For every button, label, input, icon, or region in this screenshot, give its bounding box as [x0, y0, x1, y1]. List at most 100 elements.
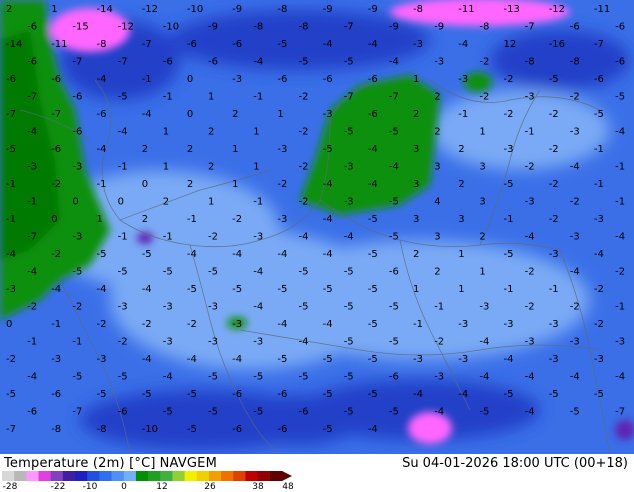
colorbar-tick-label: 38 — [252, 482, 264, 492]
temperature-value: -3 — [458, 354, 468, 365]
temperature-value: -2 — [277, 179, 287, 190]
temperature-value: 0 — [72, 197, 78, 208]
temperature-value: -4 — [413, 389, 423, 400]
colorbar-swatch — [184, 471, 198, 481]
temperature-value: -5 — [389, 127, 399, 138]
temperature-value: -2 — [479, 92, 489, 103]
temperature-value: -3 — [277, 144, 287, 155]
temperature-value: -1 — [525, 127, 535, 138]
temperature-value: -8 — [299, 22, 309, 33]
colorbar-swatch — [269, 471, 283, 481]
temperature-value: -1 — [413, 319, 423, 330]
temperature-value: -4 — [458, 39, 468, 50]
temperature-value: 1 — [163, 127, 169, 138]
colorbar — [2, 471, 292, 481]
temperature-value: -5 — [389, 197, 399, 208]
temperature-value: 3 — [434, 232, 440, 243]
temperature-value: 3 — [413, 214, 419, 225]
temperature-value: 1 — [253, 162, 259, 173]
temperature-value: -1 — [163, 92, 173, 103]
temperature-value: -3 — [163, 302, 173, 313]
temperature-value: -5 — [504, 389, 514, 400]
temperature-value: -4 — [368, 424, 378, 435]
colorbar-tick-label: -10 — [82, 482, 98, 492]
temperature-value: -2 — [570, 92, 580, 103]
temperature-value: -6 — [615, 22, 625, 33]
temperature-value: 2 — [413, 109, 419, 120]
temperature-value: -5 — [344, 267, 354, 278]
temperature-value: -3 — [118, 302, 128, 313]
temperature-value: -3 — [594, 354, 604, 365]
temperature-value: -4 — [97, 144, 107, 155]
temperature-value: -5 — [299, 372, 309, 383]
temperature-value: 3 — [413, 144, 419, 155]
temperature-value: -5 — [118, 267, 128, 278]
temperature-value: -2 — [504, 109, 514, 120]
temperature-value: 2 — [163, 197, 169, 208]
temperature-value: -9 — [368, 4, 378, 15]
temperature-value: -2 — [6, 354, 16, 365]
temperature-value: -4 — [389, 162, 399, 173]
temperature-value: -5 — [118, 92, 128, 103]
temperature-value: 3 — [458, 214, 464, 225]
colorbar-tick-label: 26 — [204, 482, 216, 492]
temperature-value: -6 — [277, 424, 287, 435]
temperature-value: -6 — [6, 74, 16, 85]
colorbar-tick-label: 12 — [156, 482, 168, 492]
temperature-value: -5 — [299, 57, 309, 68]
temperature-value: -4 — [277, 319, 287, 330]
temperature-value: 2 — [6, 4, 12, 15]
temperature-value: 3 — [434, 162, 440, 173]
temperature-value: -1 — [504, 284, 514, 295]
temperature-value: -2 — [142, 319, 152, 330]
temperature-value: -5 — [142, 389, 152, 400]
temperature-value: 1 — [458, 284, 464, 295]
temperature-value: -3 — [549, 319, 559, 330]
colorbar-swatch — [257, 471, 271, 481]
temperature-value: -4 — [615, 127, 625, 138]
temperature-value: 2 — [208, 127, 214, 138]
temperature-value: 1 — [413, 74, 419, 85]
temperature-value: -6 — [163, 57, 173, 68]
colorbar-swatch — [111, 471, 125, 481]
colorbar-swatch — [135, 471, 149, 481]
temperature-value: -1 — [118, 232, 128, 243]
temperature-value: -3 — [570, 127, 580, 138]
temperature-value: -5 — [208, 267, 218, 278]
temperature-value: -2 — [525, 302, 535, 313]
temperature-value: -3 — [479, 302, 489, 313]
temperature-value: -5 — [389, 337, 399, 348]
temperature-value: -6 — [27, 407, 37, 418]
temperature-value: -4 — [27, 372, 37, 383]
temperature-value: -10 — [187, 4, 203, 15]
temperature-value: -8 — [413, 4, 423, 15]
temperature-value: -5 — [277, 39, 287, 50]
temperature-value: -4 — [299, 232, 309, 243]
temperature-value: -9 — [389, 22, 399, 33]
temperature-value: -3 — [525, 337, 535, 348]
temperature-value: -9 — [208, 22, 218, 33]
colorbar-swatch — [50, 471, 64, 481]
temperature-value: -3 — [51, 354, 61, 365]
temperature-value: -5 — [323, 354, 333, 365]
colorbar-tick-label: -22 — [50, 482, 66, 492]
colorbar-swatch — [148, 471, 161, 481]
temperature-value: 1 — [413, 284, 419, 295]
temperature-value: -3 — [253, 232, 263, 243]
temperature-value: -4 — [458, 389, 468, 400]
temperature-value: -8 — [253, 22, 263, 33]
temperature-value: -1 — [142, 74, 152, 85]
temperature-value: -2 — [570, 197, 580, 208]
temperature-value: -1 — [458, 109, 468, 120]
colorbar-swatch — [38, 471, 52, 481]
temperature-value: -6 — [277, 74, 287, 85]
temperature-value: -1 — [6, 179, 16, 190]
temperature-value: -16 — [549, 39, 565, 50]
temperature-value: 3 — [479, 197, 485, 208]
temperature-value: -5 — [504, 179, 514, 190]
temperature-value: -5 — [299, 267, 309, 278]
temperature-value: -1 — [253, 92, 263, 103]
temperature-value: -5 — [72, 267, 82, 278]
temperature-value: -5 — [187, 424, 197, 435]
temperature-value: -4 — [389, 57, 399, 68]
